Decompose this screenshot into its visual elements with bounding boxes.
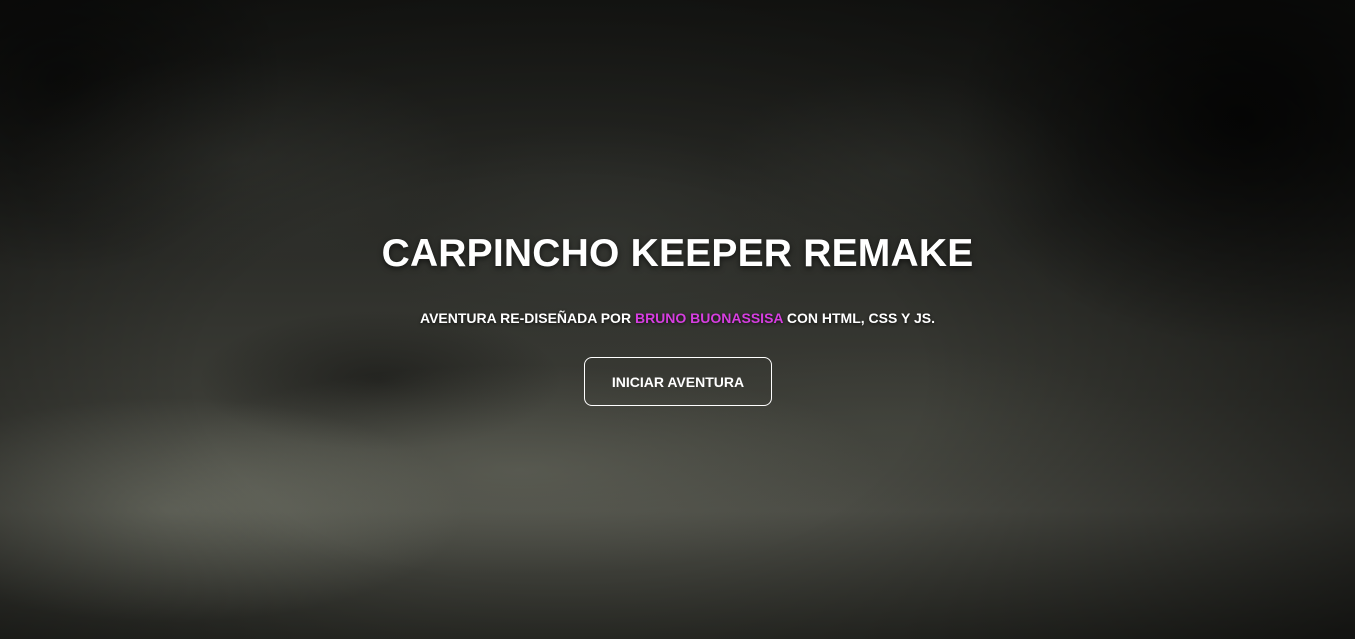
- credits-subtitle: AVENTURA RE-DISEÑADA POR BRUNO BUONASSIS…: [0, 310, 1355, 326]
- subtitle-prefix: AVENTURA RE-DISEÑADA POR: [420, 310, 635, 326]
- game-title: CARPINCHO KEEPER REMAKE: [381, 232, 974, 275]
- smoky-background: CARPINCHO KEEPER REMAKE AVENTURA RE-DISE…: [0, 0, 1355, 639]
- start-adventure-button[interactable]: INICIAR AVENTURA: [584, 357, 772, 406]
- hero-section: CARPINCHO KEEPER REMAKE AVENTURA RE-DISE…: [0, 0, 1355, 639]
- subtitle-suffix: CON HTML, CSS Y JS.: [783, 310, 935, 326]
- author-name: BRUNO BUONASSISA: [634, 310, 783, 326]
